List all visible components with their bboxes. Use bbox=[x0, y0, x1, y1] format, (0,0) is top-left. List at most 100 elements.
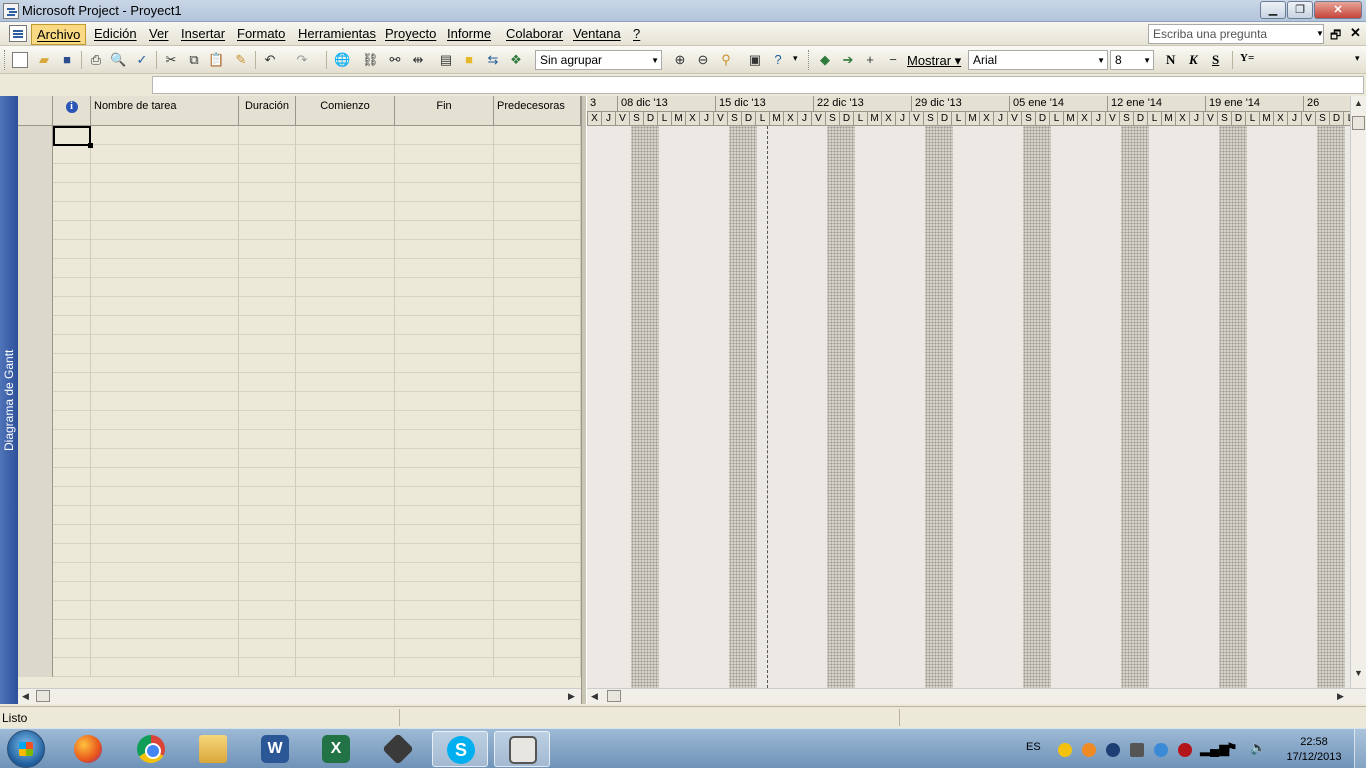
table-cell[interactable] bbox=[91, 164, 239, 183]
scroll-thumb[interactable] bbox=[36, 690, 50, 702]
column-predecessors[interactable]: Predecesoras bbox=[494, 96, 581, 126]
selected-cell[interactable] bbox=[53, 126, 93, 148]
help-icon[interactable]: ? bbox=[770, 52, 786, 68]
timescale-day[interactable]: S bbox=[923, 112, 937, 126]
timescale-day[interactable]: S bbox=[727, 112, 741, 126]
timescale-day[interactable]: M bbox=[769, 112, 783, 126]
timescale-day[interactable]: J bbox=[699, 112, 713, 126]
row-header[interactable] bbox=[18, 544, 53, 563]
redo-icon[interactable]: ↷ bbox=[294, 52, 310, 68]
table-cell[interactable] bbox=[296, 126, 395, 145]
table-row[interactable] bbox=[18, 487, 581, 506]
row-header[interactable] bbox=[18, 164, 53, 183]
print-preview-icon[interactable]: 🔍 bbox=[110, 52, 126, 68]
timescale-day[interactable]: D bbox=[643, 112, 657, 126]
hide-subtasks-icon[interactable]: − bbox=[885, 52, 901, 68]
timescale-week[interactable]: 3 bbox=[587, 96, 617, 112]
font-size-select[interactable]: 8 ▼ bbox=[1110, 50, 1154, 70]
taskbar-chrome[interactable] bbox=[123, 731, 179, 767]
table-cell[interactable] bbox=[395, 582, 494, 601]
scroll-right-icon[interactable]: ▶ bbox=[568, 691, 575, 702]
table-cell[interactable] bbox=[91, 639, 239, 658]
timescale-day[interactable]: S bbox=[1119, 112, 1133, 126]
table-cell[interactable] bbox=[239, 202, 296, 221]
table-row[interactable] bbox=[18, 468, 581, 487]
column-finish[interactable]: Fin bbox=[395, 96, 494, 126]
undo-icon[interactable]: ↶ bbox=[262, 52, 278, 68]
table-cell[interactable] bbox=[494, 392, 581, 411]
table-cell[interactable] bbox=[296, 259, 395, 278]
table-cell[interactable] bbox=[53, 392, 91, 411]
table-cell[interactable] bbox=[494, 183, 581, 202]
save-icon[interactable]: ■ bbox=[59, 52, 75, 68]
timescale-weeks[interactable]: 3 08 dic '13 15 dic '13 22 dic '13 29 dic '1… bbox=[587, 96, 1350, 112]
table-cell[interactable] bbox=[53, 639, 91, 658]
menu-insertar[interactable]: Insertar bbox=[181, 26, 225, 41]
timescale-day[interactable]: X bbox=[1175, 112, 1189, 126]
go-to-task-icon[interactable]: ⚲ bbox=[718, 52, 734, 68]
table-cell[interactable] bbox=[494, 145, 581, 164]
table-cell[interactable] bbox=[494, 354, 581, 373]
row-header[interactable] bbox=[18, 658, 53, 677]
table-cell[interactable] bbox=[53, 145, 91, 164]
taskbar-skype[interactable]: S bbox=[432, 731, 488, 767]
table-cell[interactable] bbox=[296, 582, 395, 601]
table-row[interactable] bbox=[18, 240, 581, 259]
timescale-day[interactable]: M bbox=[1063, 112, 1077, 126]
row-header[interactable] bbox=[18, 316, 53, 335]
row-header[interactable] bbox=[18, 449, 53, 468]
show-subtasks-icon[interactable]: + bbox=[862, 52, 878, 68]
entry-field[interactable] bbox=[152, 76, 1364, 94]
table-cell[interactable] bbox=[91, 202, 239, 221]
table-cell[interactable] bbox=[395, 620, 494, 639]
table-cell[interactable] bbox=[239, 278, 296, 297]
timescale-day[interactable]: X bbox=[881, 112, 895, 126]
table-cell[interactable] bbox=[53, 468, 91, 487]
table-cell[interactable] bbox=[239, 430, 296, 449]
timescale-day[interactable]: D bbox=[839, 112, 853, 126]
toolbar-options-icon[interactable]: ▾ bbox=[1355, 53, 1360, 64]
new-file-icon[interactable] bbox=[12, 52, 28, 68]
table-row[interactable] bbox=[18, 449, 581, 468]
timescale-week[interactable]: 19 ene '14 bbox=[1205, 96, 1303, 112]
row-header[interactable] bbox=[18, 563, 53, 582]
gantt-horizontal-scrollbar[interactable]: ◀ ▶ bbox=[587, 688, 1366, 704]
maximize-button[interactable]: ❐ bbox=[1287, 1, 1313, 19]
table-cell[interactable] bbox=[494, 373, 581, 392]
timescale-day[interactable]: X bbox=[979, 112, 993, 126]
table-cell[interactable] bbox=[53, 354, 91, 373]
publish-icon[interactable]: ❖ bbox=[508, 52, 524, 68]
table-cell[interactable] bbox=[239, 145, 296, 164]
document-icon[interactable] bbox=[9, 25, 27, 42]
table-cell[interactable] bbox=[53, 411, 91, 430]
table-row[interactable] bbox=[18, 145, 581, 164]
tray-app-icon[interactable] bbox=[1106, 743, 1120, 757]
table-row[interactable] bbox=[18, 202, 581, 221]
table-cell[interactable] bbox=[296, 240, 395, 259]
menu-colaborar[interactable]: Colaborar bbox=[506, 26, 563, 41]
table-cell[interactable] bbox=[494, 582, 581, 601]
zoom-out-icon[interactable]: ⊖ bbox=[695, 52, 711, 68]
row-header[interactable] bbox=[18, 145, 53, 164]
row-header-corner[interactable] bbox=[18, 96, 53, 126]
table-cell[interactable] bbox=[53, 316, 91, 335]
row-header[interactable] bbox=[18, 392, 53, 411]
scroll-thumb[interactable] bbox=[1352, 116, 1365, 130]
table-row[interactable] bbox=[18, 430, 581, 449]
row-header[interactable] bbox=[18, 430, 53, 449]
restore-document-icon[interactable]: 🗗 bbox=[1330, 26, 1341, 47]
table-cell[interactable] bbox=[91, 525, 239, 544]
table-cell[interactable] bbox=[494, 525, 581, 544]
copy-icon[interactable]: ⧉ bbox=[186, 52, 202, 68]
table-row[interactable] bbox=[18, 582, 581, 601]
timescale-day[interactable]: J bbox=[601, 112, 615, 126]
table-cell[interactable] bbox=[395, 297, 494, 316]
timescale-week[interactable]: 05 ene '14 bbox=[1009, 96, 1107, 112]
table-row[interactable] bbox=[18, 620, 581, 639]
table-cell[interactable] bbox=[239, 373, 296, 392]
close-button[interactable]: ✕ bbox=[1314, 1, 1362, 19]
table-cell[interactable] bbox=[296, 620, 395, 639]
row-header[interactable] bbox=[18, 620, 53, 639]
table-cell[interactable] bbox=[53, 449, 91, 468]
table-row[interactable] bbox=[18, 221, 581, 240]
